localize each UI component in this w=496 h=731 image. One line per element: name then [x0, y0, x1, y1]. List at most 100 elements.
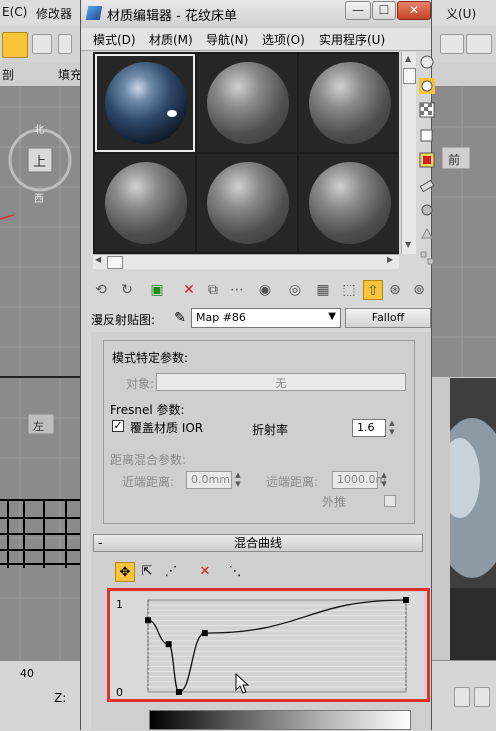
make-copy-icon[interactable]: ⧉ — [203, 280, 223, 300]
override-ior-checkbox[interactable]: ✓ — [112, 420, 124, 432]
3dsmax-app-icon — [85, 6, 103, 20]
material-preview-sphere — [105, 62, 187, 144]
menu-options[interactable]: 选项(O) — [262, 31, 305, 48]
extrapolate-label: 外推 — [322, 495, 347, 509]
material-editor-menubar: 模式(D) 材质(M) 导航(N) 选项(O) 实用程序(U) — [81, 28, 431, 51]
viewport-front[interactable]: 前 — [432, 87, 496, 377]
material-editor-titlebar[interactable]: 材质编辑器 - 花纹床单 — ☐ ✕ — [81, 0, 431, 28]
uv-tiling-icon[interactable] — [419, 128, 435, 144]
background-menu-customize[interactable]: 义(U) — [446, 5, 476, 22]
object-pick-button[interactable]: 无 — [156, 373, 406, 391]
fresnel-title: Fresnel 参数: — [110, 403, 185, 417]
go-to-parent-icon[interactable]: ⇧ — [363, 280, 383, 300]
map-type-button[interactable]: Falloff — [345, 308, 431, 328]
background-menu-modifier[interactable]: 修改器 — [36, 5, 72, 22]
ribbon-tab-section[interactable]: 剖 — [2, 66, 14, 83]
sample-slot-1[interactable] — [95, 54, 195, 152]
scroll-thumb[interactable] — [403, 68, 416, 84]
ior-label: 折射率 — [252, 423, 289, 437]
reset-map-icon[interactable]: ✕ — [179, 280, 199, 300]
insert-point-icon[interactable]: ⋰ — [161, 562, 181, 582]
nav-pan-icon[interactable] — [474, 687, 490, 707]
nav-zoom-icon[interactable] — [454, 687, 470, 707]
sample-slot-6[interactable] — [299, 154, 399, 252]
slots-horizontal-scrollbar[interactable]: ◀ ▶ — [93, 254, 399, 269]
far-distance-input[interactable]: 1000.0m — [332, 471, 386, 489]
maximize-button[interactable]: ☐ — [372, 1, 396, 20]
scroll-down-icon[interactable]: ▼ — [405, 240, 411, 249]
material-map-navigator-icon[interactable] — [419, 250, 435, 266]
sample-type-icon[interactable] — [419, 54, 435, 70]
video-color-check-icon[interactable] — [419, 152, 435, 168]
sample-slot-4[interactable] — [95, 154, 195, 252]
sample-slot-3[interactable] — [299, 54, 399, 152]
curve-toolbar: ✥ ⇱ ⋰ ✕ ⋱ — [103, 562, 263, 584]
map-name-field[interactable]: Map #86 ▼ — [191, 308, 341, 328]
menu-utilities[interactable]: 实用程序(U) — [319, 31, 385, 48]
get-material-icon[interactable]: ⟲ — [91, 280, 111, 300]
sample-slot-2[interactable] — [197, 54, 297, 152]
viewport-left[interactable]: 左 — [0, 378, 80, 660]
viewport-perspective[interactable] — [450, 378, 496, 660]
material-preview-sphere — [309, 162, 391, 244]
near-distance-spinner-icon[interactable]: ▲ ▼ — [233, 471, 243, 489]
mix-curve-title: 混合曲线 — [233, 536, 282, 550]
graph-editor-icon[interactable] — [466, 34, 492, 54]
assign-material-icon[interactable]: ▣ — [147, 280, 167, 300]
spinner-snap-icon[interactable] — [58, 34, 72, 54]
viewport-grid-front — [432, 87, 496, 377]
put-to-library-icon[interactable]: ◉ — [255, 280, 275, 300]
move-point-icon[interactable]: ✥ — [115, 562, 135, 582]
material-id-icon[interactable]: ◎ — [285, 280, 305, 300]
far-distance-spinner-icon[interactable]: ▲ ▼ — [379, 471, 389, 489]
mix-curve-rollout-header[interactable]: - 混合曲线 — [93, 534, 423, 552]
close-button[interactable]: ✕ — [397, 1, 431, 20]
material-preview-sphere — [309, 62, 391, 144]
chevron-down-icon[interactable]: ▼ — [328, 311, 336, 322]
near-distance-label: 近端距离: — [122, 475, 175, 489]
scroll-right-icon[interactable]: ▶ — [387, 255, 393, 264]
extrapolate-checkbox[interactable] — [384, 495, 396, 507]
viewport-top[interactable]: 北 上 西 — [0, 87, 80, 377]
material-preview-sphere — [105, 162, 187, 244]
put-material-icon[interactable]: ↻ — [117, 280, 137, 300]
map-name-value: Map #86 — [196, 311, 246, 324]
show-end-result-icon[interactable]: ⬚ — [339, 280, 359, 300]
scroll-left-icon[interactable]: ◀ — [95, 255, 101, 264]
delete-point-icon[interactable]: ✕ — [195, 562, 215, 582]
select-by-material-icon[interactable] — [419, 226, 435, 242]
options-icon[interactable] — [419, 202, 435, 218]
snap-toggle-icon[interactable] — [2, 32, 28, 58]
menu-material[interactable]: 材质(M) — [149, 31, 193, 48]
viewcube-face-top[interactable]: 上 — [33, 151, 46, 170]
collapse-icon: - — [98, 536, 103, 550]
background-checker-icon[interactable] — [419, 102, 435, 118]
map-row: 漫反射贴图: ✎ Map #86 ▼ Falloff — [91, 308, 431, 330]
near-distance-input[interactable]: 0.0mm — [186, 471, 232, 489]
scale-point-icon[interactable]: ⇱ — [137, 562, 157, 582]
scroll-up-icon[interactable]: ▲ — [405, 54, 411, 63]
scroll-thumb[interactable] — [107, 256, 123, 269]
go-forward-sibling-icon[interactable]: ⊛ — [385, 280, 405, 300]
background-menu-edit[interactable]: E(C) — [2, 5, 27, 19]
layer-icon[interactable] — [440, 34, 464, 54]
pick-material-icon[interactable]: ⊚ — [409, 280, 429, 300]
sample-slot-5[interactable] — [197, 154, 297, 252]
make-unique-icon[interactable]: ⋯ — [227, 280, 247, 300]
eyedropper-icon[interactable]: ✎ — [171, 308, 189, 328]
slots-vertical-scrollbar[interactable]: ▲ ▼ — [401, 52, 416, 254]
material-toolbar: ⟲ ↻ ▣ ✕ ⧉ ⋯ ◉ ◎ ▦ ⬚ ⇧ ⊛ ⊚ — [91, 280, 431, 302]
make-preview-icon[interactable] — [419, 178, 435, 194]
show-map-icon[interactable]: ▦ — [313, 280, 333, 300]
menu-navigation[interactable]: 导航(N) — [206, 31, 248, 48]
reset-curve-icon[interactable]: ⋱ — [225, 562, 245, 582]
minimize-button[interactable]: — — [345, 1, 371, 20]
viewcube-face-left[interactable]: 左 — [33, 418, 44, 434]
menu-mode[interactable]: 模式(D) — [93, 31, 136, 48]
ior-input[interactable]: 1.6 — [352, 419, 386, 437]
ior-spinner-icon[interactable]: ▲ ▼ — [387, 419, 397, 437]
backlight-icon[interactable] — [419, 78, 435, 94]
viewcube-face-front[interactable]: 前 — [448, 151, 460, 168]
ribbon-tab-fill[interactable]: 填充 — [58, 66, 82, 83]
percent-snap-icon[interactable] — [32, 34, 52, 54]
